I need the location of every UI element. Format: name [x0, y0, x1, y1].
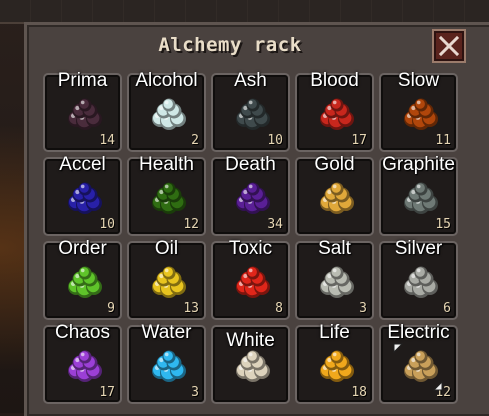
slot-slow[interactable]: Slow 11: [379, 70, 458, 152]
item-count: 34: [267, 217, 283, 232]
ore-pile-icon: [320, 350, 354, 382]
item-label: Accel: [59, 154, 106, 175]
item-count: 10: [267, 133, 283, 148]
item-count: 17: [351, 133, 367, 148]
item-count: 18: [351, 385, 367, 400]
ore-pile-icon: [404, 266, 438, 298]
item-grid: Prima 14 Alcohol 2 Ash 10 Blood 17 Slow …: [43, 70, 458, 404]
item-label: Order: [58, 238, 107, 259]
item-label: Toxic: [228, 238, 273, 259]
slot-salt[interactable]: Salt 3: [295, 238, 374, 320]
ore-pile-icon: [236, 182, 270, 214]
ore-pile-icon: [320, 182, 354, 214]
ore-pile-icon: [68, 266, 102, 298]
item-label: Blood: [310, 70, 359, 91]
slot-oil[interactable]: Oil 13: [127, 238, 206, 320]
slot-electric[interactable]: Electric 12: [379, 322, 458, 404]
ore-pile-icon: [236, 350, 270, 382]
item-count: 3: [359, 301, 367, 316]
item-label: Electric: [387, 322, 450, 343]
ore-pile-icon: [152, 266, 186, 298]
item-label: Gold: [314, 154, 355, 175]
ore-pile-icon: [404, 98, 438, 130]
slot-water[interactable]: Water 3: [127, 322, 206, 404]
slot-ash[interactable]: Ash 10: [211, 70, 290, 152]
ore-pile-icon: [68, 182, 102, 214]
item-count: 17: [99, 385, 115, 400]
ore-pile-icon: [68, 350, 102, 382]
item-label: Salt: [318, 238, 351, 259]
slot-health[interactable]: Health 12: [127, 154, 206, 236]
item-count: 15: [435, 217, 451, 232]
ore-pile-icon: [152, 350, 186, 382]
item-count: 8: [275, 301, 283, 316]
slot-white[interactable]: White: [211, 325, 290, 404]
item-label: Silver: [394, 238, 443, 259]
item-label: Ash: [234, 70, 267, 91]
slot-blood[interactable]: Blood 17: [295, 70, 374, 152]
item-label: Death: [225, 154, 276, 175]
ore-pile-icon: [68, 98, 102, 130]
item-label: Water: [141, 322, 192, 343]
ore-pile-icon: [320, 98, 354, 130]
item-count: 11: [435, 133, 451, 148]
item-count: 9: [107, 301, 115, 316]
slot-chaos[interactable]: Chaos 17: [43, 322, 122, 404]
top-frame: [0, 0, 489, 24]
slot-accel[interactable]: Accel 10: [43, 154, 122, 236]
item-label: White: [226, 330, 275, 351]
item-count: 10: [99, 217, 115, 232]
slot-silver[interactable]: Silver 6: [379, 238, 458, 320]
title-bar: Alchemy rack: [35, 27, 425, 63]
item-count: 6: [443, 301, 451, 316]
close-button[interactable]: [432, 29, 466, 63]
item-label: Life: [319, 322, 350, 343]
ore-pile-icon: [152, 98, 186, 130]
ore-pile-icon: [236, 98, 270, 130]
item-label: Prima: [57, 70, 108, 91]
slot-death[interactable]: Death 34: [211, 154, 290, 236]
slot-graphite[interactable]: Graphite 15: [379, 154, 458, 236]
item-count: 13: [183, 301, 199, 316]
slot-order[interactable]: Order 9: [43, 238, 122, 320]
slot-life[interactable]: Life 18: [295, 322, 374, 404]
slot-gold[interactable]: Gold: [295, 154, 374, 236]
item-label: Oil: [154, 238, 179, 259]
item-label: Alcohol: [135, 70, 198, 91]
selection-corner-icon: [393, 343, 404, 354]
slot-toxic[interactable]: Toxic 8: [211, 238, 290, 320]
item-label: Chaos: [55, 322, 110, 343]
item-label: Graphite: [382, 154, 455, 175]
item-count: 2: [191, 133, 199, 148]
ore-pile-icon: [320, 266, 354, 298]
slot-alcohol[interactable]: Alcohol 2: [127, 70, 206, 152]
window-title: Alchemy rack: [158, 34, 302, 56]
ore-pile-icon: [404, 182, 438, 214]
ore-pile-icon: [236, 266, 270, 298]
item-label: Health: [139, 154, 194, 175]
item-count: 14: [99, 133, 115, 148]
item-count: 12: [183, 217, 199, 232]
ore-pile-icon: [152, 182, 186, 214]
slot-prima[interactable]: Prima 14: [43, 70, 122, 152]
item-count: 3: [191, 385, 199, 400]
alchemy-rack-window: Alchemy rack Prima 14 Alcohol 2 Ash 10 B…: [24, 22, 489, 416]
item-label: Slow: [397, 70, 440, 91]
selection-corner-icon: [432, 380, 443, 391]
close-x-icon: [438, 35, 460, 57]
